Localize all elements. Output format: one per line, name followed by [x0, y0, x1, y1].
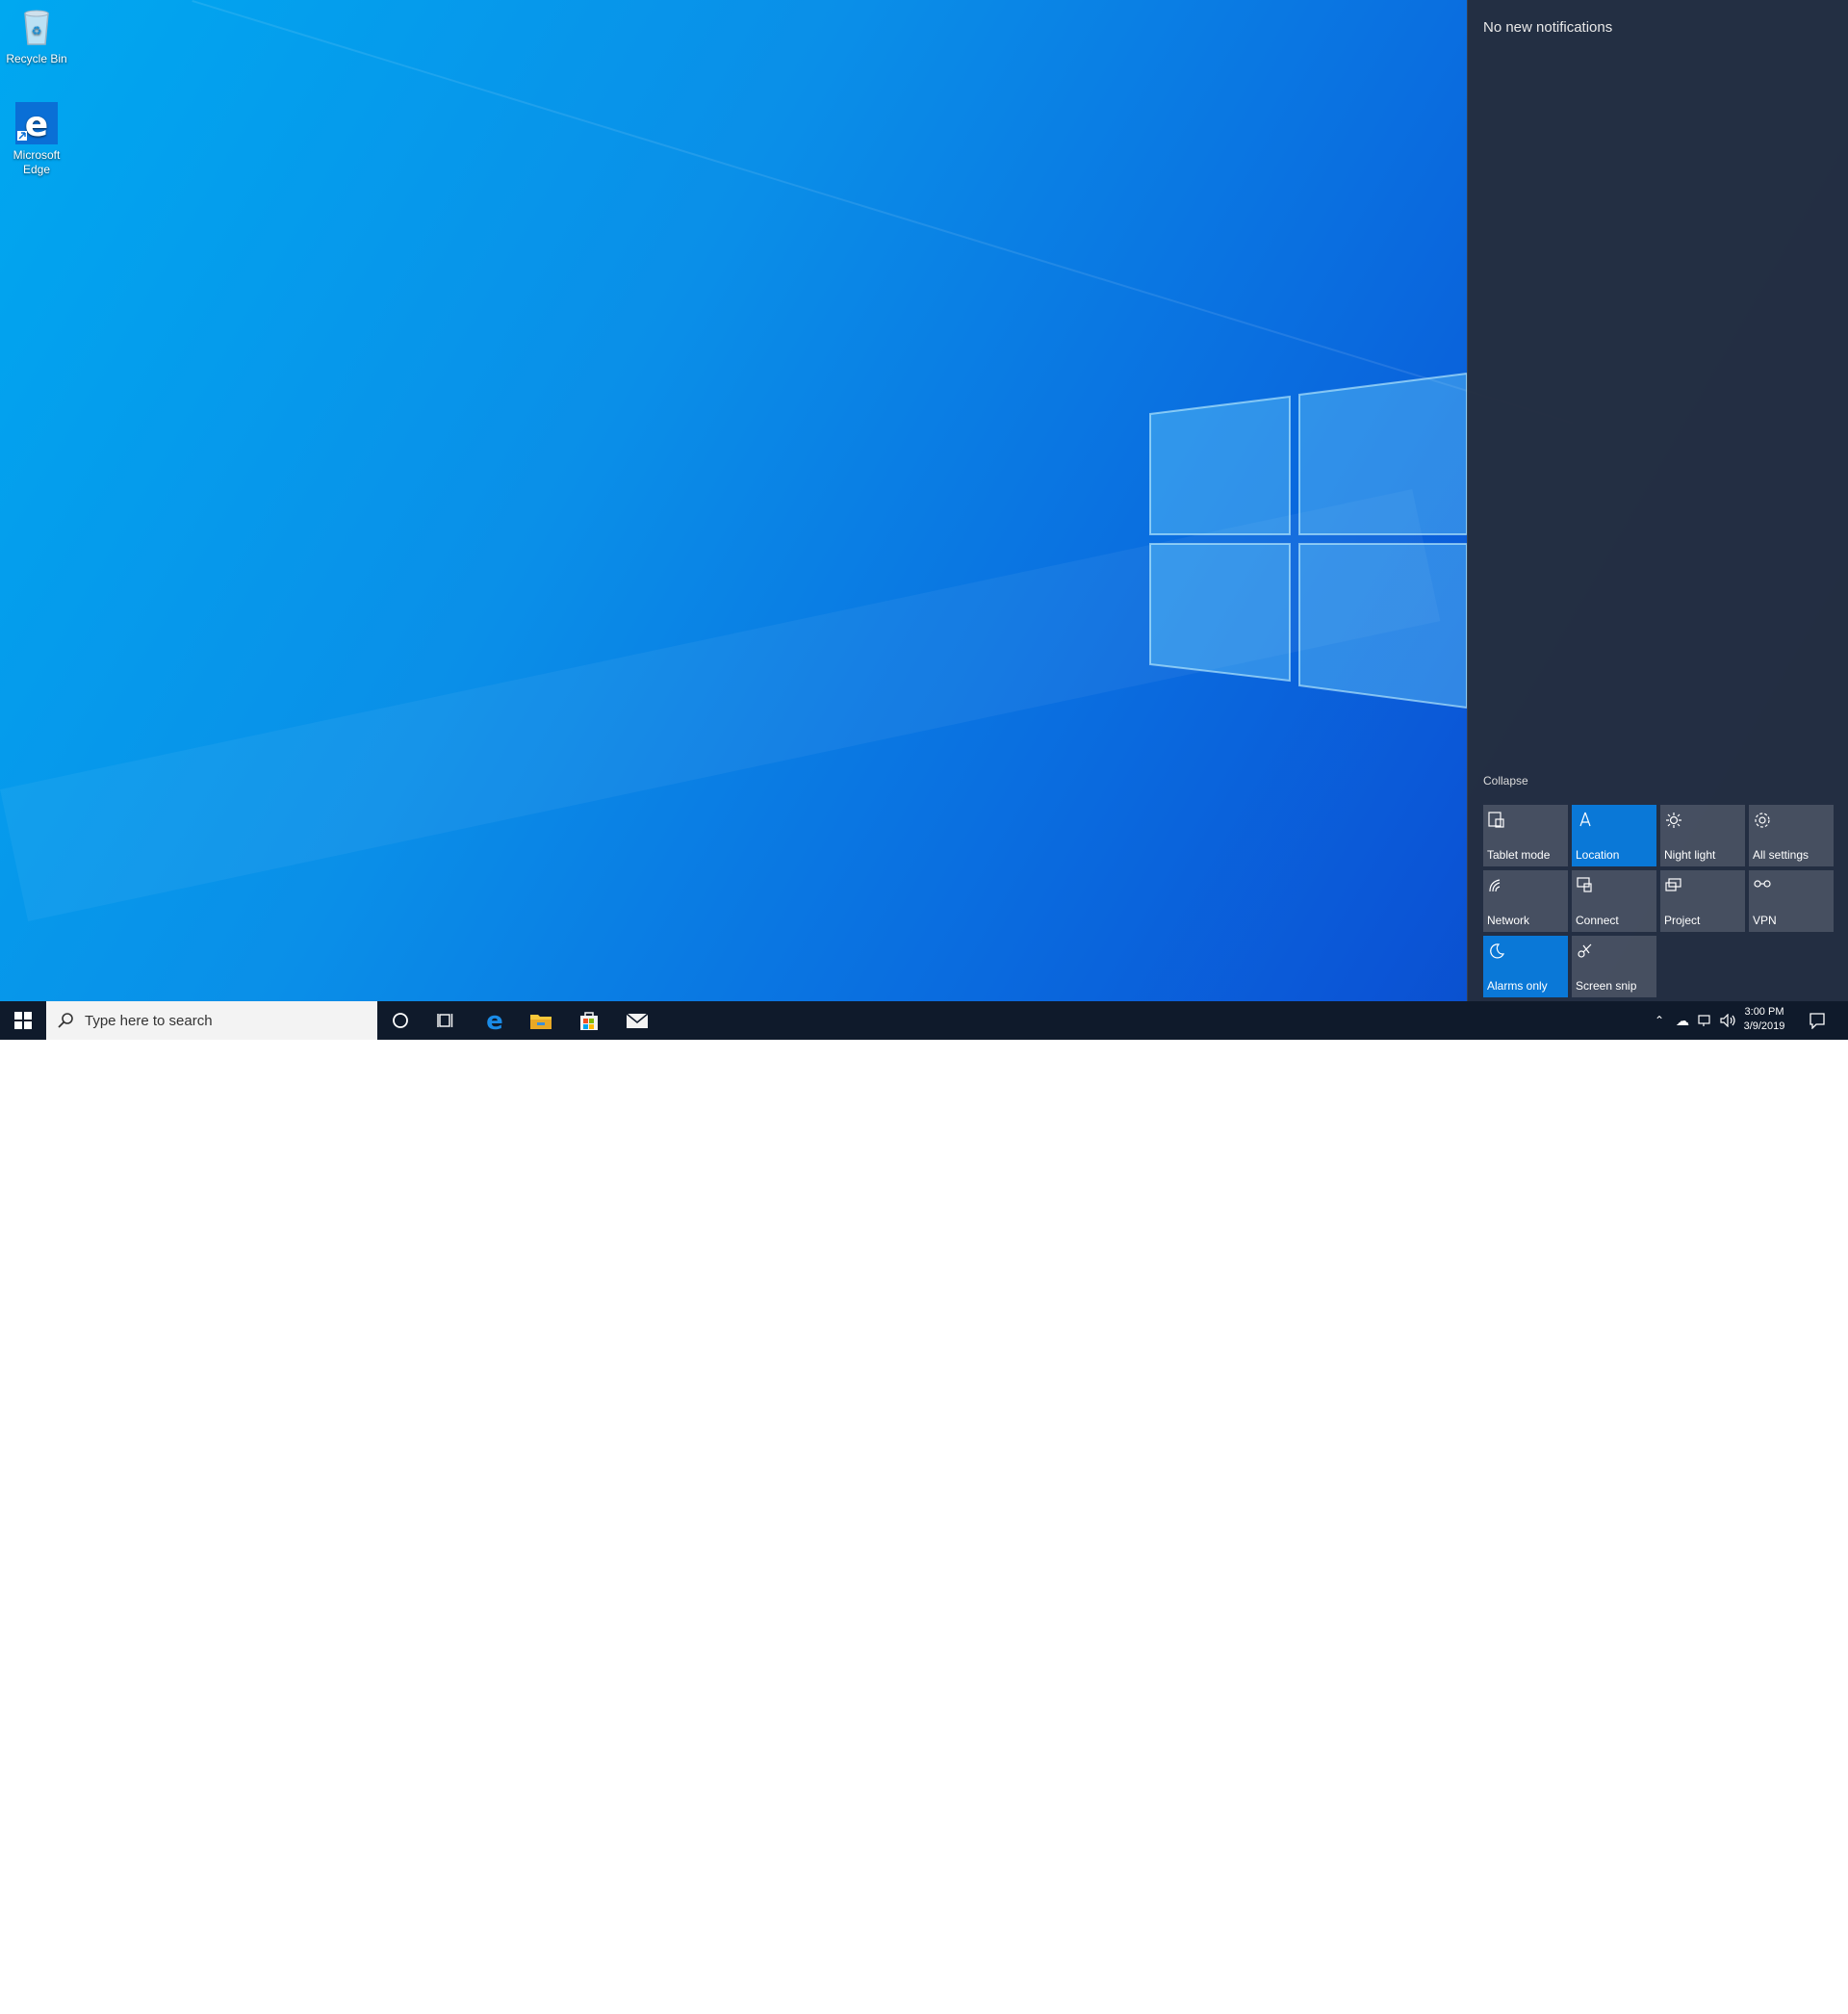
windows-start-icon: [14, 1012, 32, 1029]
gear-icon: [1753, 811, 1772, 830]
store-button[interactable]: [566, 1001, 612, 1040]
file-explorer-icon: [530, 1015, 552, 1029]
no-notifications-text: No new notifications: [1483, 19, 1613, 36]
moon-icon: [1487, 942, 1506, 961]
notification-icon: [1810, 1013, 1825, 1029]
taskbar-search-box[interactable]: Type here to search: [46, 1001, 377, 1040]
recycle-bin-glyph: ♻: [15, 6, 58, 48]
action-center-button[interactable]: [1798, 1001, 1836, 1040]
quick-action-tablet-mode[interactable]: Tablet mode: [1483, 805, 1568, 866]
show-hidden-icons-button[interactable]: ⌃: [1648, 1001, 1671, 1040]
mail-button[interactable]: [614, 1001, 660, 1040]
store-icon: [580, 1012, 598, 1030]
quick-action-screen-snip[interactable]: Screen snip: [1572, 936, 1656, 997]
network-tray-button[interactable]: [1694, 1001, 1717, 1040]
quick-action-vpn[interactable]: VPN: [1749, 870, 1834, 932]
network-icon: [1698, 1015, 1710, 1026]
quick-action-project[interactable]: Project: [1660, 870, 1745, 932]
task-view-button[interactable]: [424, 1001, 470, 1040]
watermark-text: The Collection Book: [1607, 1991, 1805, 2014]
quick-action-label: Screen snip: [1576, 979, 1637, 993]
screen-snip-icon: [1576, 942, 1595, 961]
quick-action-label: Network: [1487, 914, 1530, 927]
quick-action-network[interactable]: Network: [1483, 870, 1568, 932]
quick-action-label: Location: [1576, 848, 1620, 862]
taskbar: Type here to search e The Collection Boo…: [0, 1001, 1848, 2014]
microsoft-edge-shortcut[interactable]: e Microsoft Edge: [4, 102, 69, 177]
quick-action-label: Project: [1664, 914, 1701, 927]
clock-time: 3:00 PM: [1744, 1006, 1784, 1018]
recycle-bin-label: Recycle Bin: [6, 52, 67, 65]
quick-action-label: Connect: [1576, 914, 1619, 927]
microsoft-edge-label: Microsoft Edge: [13, 148, 61, 176]
file-explorer-button[interactable]: [518, 1001, 564, 1040]
cortana-button[interactable]: [377, 1001, 424, 1040]
quick-action-all-settings[interactable]: All settings: [1749, 805, 1834, 866]
cortana-icon: [393, 1013, 408, 1028]
night-light-icon: [1664, 811, 1683, 830]
mail-icon: [626, 1013, 649, 1028]
clock-date: 3/9/2019: [1743, 1020, 1785, 1032]
svg-text:♻: ♻: [32, 24, 42, 38]
cloud-icon: ☁: [1676, 1012, 1689, 1028]
edge-icon: e: [486, 1009, 503, 1032]
svg-text:e: e: [25, 105, 48, 144]
start-button[interactable]: [0, 1001, 46, 1040]
quick-action-connect[interactable]: Connect: [1572, 870, 1656, 932]
quick-action-location[interactable]: Location: [1572, 805, 1656, 866]
collapse-link[interactable]: Collapse: [1483, 774, 1528, 788]
quick-action-label: All settings: [1753, 848, 1810, 862]
edge-icon: e: [15, 102, 58, 144]
location-icon: [1576, 811, 1595, 830]
quick-action-night-light[interactable]: Night light: [1660, 805, 1745, 866]
search-placeholder: Type here to search: [85, 1012, 213, 1029]
quick-action-label: Night light: [1664, 848, 1716, 862]
svg-text:e: e: [486, 1009, 503, 1032]
taskbar-clock[interactable]: 3:00 PM 3/9/2019: [1731, 1005, 1798, 1034]
quick-action-alarms-only[interactable]: Alarms only: [1483, 936, 1568, 997]
project-icon: [1664, 876, 1683, 895]
tablet-mode-icon: [1487, 811, 1506, 830]
action-center: No new notifications Collapse Tablet mod…: [1467, 0, 1848, 1001]
task-view-icon: [437, 1014, 453, 1027]
search-icon: [46, 1001, 85, 1040]
quick-action-label: Alarms only: [1487, 979, 1548, 993]
edge-taskbar-button[interactable]: e: [472, 1001, 518, 1040]
vpn-icon: [1753, 876, 1772, 895]
quick-action-label: VPN: [1753, 914, 1777, 927]
quick-action-label: Tablet mode: [1487, 848, 1551, 862]
recycle-bin-icon[interactable]: ♻ Recycle Bin: [4, 6, 69, 66]
network-icon: [1487, 876, 1506, 895]
onedrive-tray-button[interactable]: ☁: [1671, 1001, 1694, 1040]
chevron-up-icon: ⌃: [1654, 1014, 1665, 1027]
connect-icon: [1576, 876, 1595, 895]
